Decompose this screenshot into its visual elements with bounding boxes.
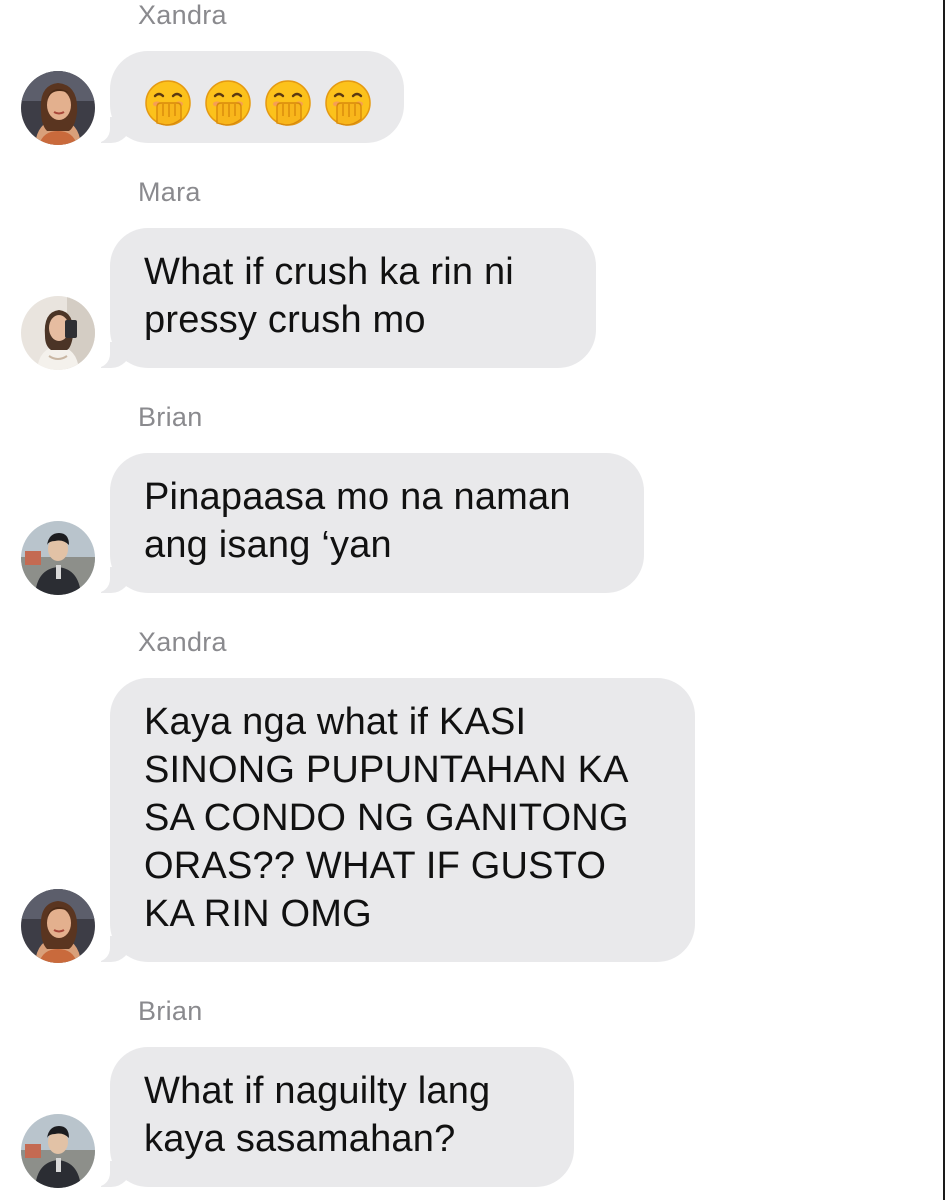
sender-name: Xandra xyxy=(138,627,227,657)
message-line: SINONG PUPUNTAHAN KA xyxy=(144,749,629,791)
message-line: ang isang ‘yan xyxy=(144,524,392,566)
message-line: KA RIN OMG xyxy=(144,893,372,935)
face-with-hand-over-mouth-icon xyxy=(205,80,251,126)
message-bubble[interactable]: Kaya nga what if KASI SINONG PUPUNTAHAN … xyxy=(88,678,695,962)
message-line: pressy crush mo xyxy=(144,299,426,341)
message-line: SA CONDO NG GANITONG xyxy=(144,797,629,839)
brian-avatar[interactable] xyxy=(21,521,95,595)
message-bubble[interactable] xyxy=(88,51,404,143)
message-line: ORAS?? WHAT IF GUSTO xyxy=(144,845,607,887)
face-with-hand-over-mouth-icon xyxy=(265,80,311,126)
mara-avatar[interactable] xyxy=(21,296,95,370)
sender-name: Brian xyxy=(138,996,203,1026)
brian-avatar[interactable] xyxy=(21,1114,95,1188)
message-bubble[interactable]: What if naguilty lang kaya sasamahan? xyxy=(88,1047,574,1187)
message-line: What if crush ka rin ni xyxy=(144,251,514,293)
message-line: Kaya nga what if KASI xyxy=(144,701,527,743)
face-with-hand-over-mouth-icon xyxy=(145,80,191,126)
sender-name: Mara xyxy=(138,177,201,207)
message-bubble[interactable]: Pinapaasa mo na naman ang isang ‘yan xyxy=(88,453,644,593)
message-line: What if naguilty lang xyxy=(144,1070,491,1112)
message-line: kaya sasamahan? xyxy=(144,1118,456,1160)
xandra-avatar[interactable] xyxy=(21,889,95,963)
emoji-row xyxy=(144,75,372,127)
message-line: Pinapaasa mo na naman xyxy=(144,476,571,518)
xandra-avatar[interactable] xyxy=(21,71,95,145)
message-bubble[interactable]: What if crush ka rin ni pressy crush mo xyxy=(88,228,596,368)
sender-name: Brian xyxy=(138,402,203,432)
face-with-hand-over-mouth-icon xyxy=(325,80,371,126)
sender-name: Xandra xyxy=(138,0,227,30)
